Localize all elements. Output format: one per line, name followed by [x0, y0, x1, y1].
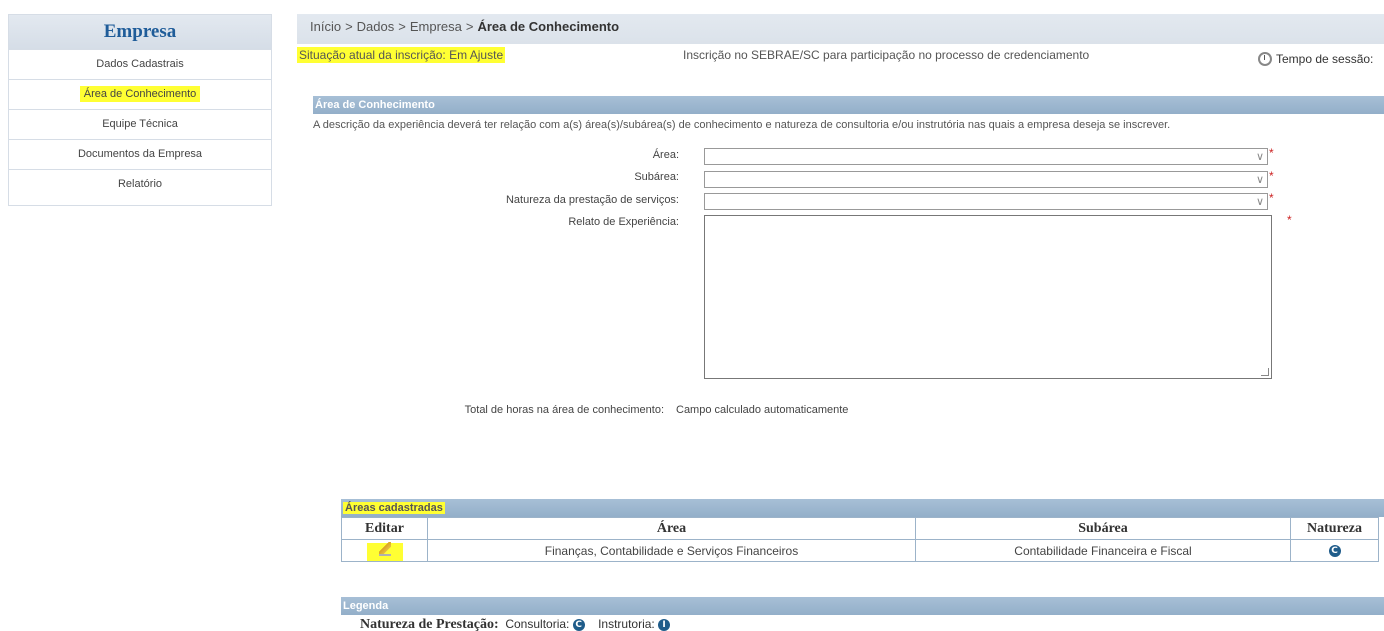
sidebar-item-label: Área de Conhecimento — [79, 86, 201, 102]
legend-instrutoria-label: Instrutoria: — [598, 617, 655, 631]
pencil-icon — [378, 542, 391, 556]
breadcrumb-separator: > — [398, 19, 406, 34]
breadcrumb-separator: > — [465, 19, 474, 34]
section-header-registered: Áreas cadastradas — [341, 499, 1384, 517]
sidebar-item-documentos[interactable]: Documentos da Empresa — [9, 139, 271, 169]
breadcrumb: Início > Dados > Empresa > Área de Conheciment… — [297, 14, 1384, 44]
edit-button[interactable] — [366, 542, 403, 561]
natureza-label: Natureza da prestação de serviços: — [505, 194, 679, 206]
sidebar-item-area-conhecimento[interactable]: Área de Conhecimento — [9, 79, 271, 109]
relato-label: Relato de Experiência: — [568, 216, 679, 228]
sidebar-item-relatorio[interactable]: Relatório — [9, 169, 271, 199]
legend-consultoria-label: Consultoria: — [505, 617, 570, 631]
subarea-cell: Contabilidade Financeira e Fiscal — [915, 539, 1291, 562]
registration-status-text: Situação atual da inscrição: Em Ajuste — [297, 47, 506, 63]
legend-label: Natureza de Prestação: — [360, 617, 499, 631]
sidebar-item-label: Relatório — [117, 178, 163, 190]
table-header-row: Editar Área Subárea Natureza — [341, 517, 1379, 540]
breadcrumb-separator: > — [345, 19, 353, 34]
instructions-text: A descrição da experiência deverá ter re… — [313, 119, 1171, 131]
column-header-editar: Editar — [341, 517, 428, 540]
subarea-select[interactable]: ∨ — [704, 171, 1268, 188]
area-cell: Finanças, Contabilidade e Serviços Finan… — [427, 539, 916, 562]
breadcrumb-link-inicio[interactable]: Início — [310, 19, 341, 34]
total-hours-label: Total de horas na área de conhecimento: — [464, 404, 664, 416]
sidebar-item-label: Documentos da Empresa — [77, 148, 203, 160]
clock-icon — [1258, 52, 1272, 66]
table-row: Finanças, Contabilidade e Serviços Finan… — [341, 539, 1379, 562]
session-timer: Tempo de sessão: — [1258, 52, 1373, 66]
edit-cell — [341, 539, 428, 562]
consultoria-badge-icon: C — [572, 618, 585, 631]
registered-areas-table: Editar Área Subárea Natureza Finanças, C… — [341, 517, 1379, 562]
section-header-area: Área de Conhecimento — [313, 96, 1384, 114]
subarea-label: Subárea: — [634, 171, 679, 183]
breadcrumb-current: Área de Conhecimento — [477, 19, 620, 34]
registration-status: Situação atual da inscrição: Em Ajuste — [297, 47, 506, 63]
total-hours-value: Campo calculado automaticamente — [676, 404, 849, 416]
sidebar-item-dados-cadastrais[interactable]: Dados Cadastrais — [9, 49, 271, 79]
required-mark: * — [1269, 169, 1274, 183]
subscription-text: Inscrição no SEBRAE/SC para participação… — [683, 48, 1090, 62]
sidebar-menu: Empresa Dados Cadastrais Área de Conheci… — [8, 14, 272, 206]
sidebar-item-equipe-tecnica[interactable]: Equipe Técnica — [9, 109, 271, 139]
breadcrumb-link-dados[interactable]: Dados — [357, 19, 395, 34]
column-header-subarea: Subárea — [915, 517, 1291, 540]
session-label: Tempo de sessão: — [1276, 52, 1374, 66]
registered-title: Áreas cadastradas — [343, 502, 445, 514]
chevron-down-icon: ∨ — [1255, 196, 1264, 208]
natureza-select[interactable]: ∨ — [704, 193, 1268, 210]
consultoria-badge-icon: C — [1328, 545, 1341, 558]
sidebar-item-label: Equipe Técnica — [102, 118, 178, 130]
required-mark: * — [1269, 191, 1274, 205]
breadcrumb-link-empresa[interactable]: Empresa — [410, 19, 462, 34]
column-header-natureza: Natureza — [1290, 517, 1379, 540]
chevron-down-icon: ∨ — [1255, 151, 1264, 163]
resize-grip-icon[interactable] — [1261, 368, 1269, 376]
instrutoria-badge-icon: I — [658, 618, 671, 631]
natureza-cell: C — [1290, 539, 1379, 562]
required-mark: * — [1287, 213, 1292, 227]
section-header-legend: Legenda — [341, 597, 1384, 615]
area-label: Área: — [652, 149, 679, 161]
relato-textarea[interactable] — [704, 215, 1272, 379]
chevron-down-icon: ∨ — [1255, 174, 1264, 186]
area-select[interactable]: ∨ — [704, 148, 1268, 165]
sidebar-title: Empresa — [9, 15, 271, 49]
legend-row: Natureza de Prestação: Consultoria: C In… — [360, 617, 671, 631]
column-header-area: Área — [427, 517, 916, 540]
required-mark: * — [1269, 146, 1274, 160]
sidebar-item-label: Dados Cadastrais — [96, 58, 184, 70]
